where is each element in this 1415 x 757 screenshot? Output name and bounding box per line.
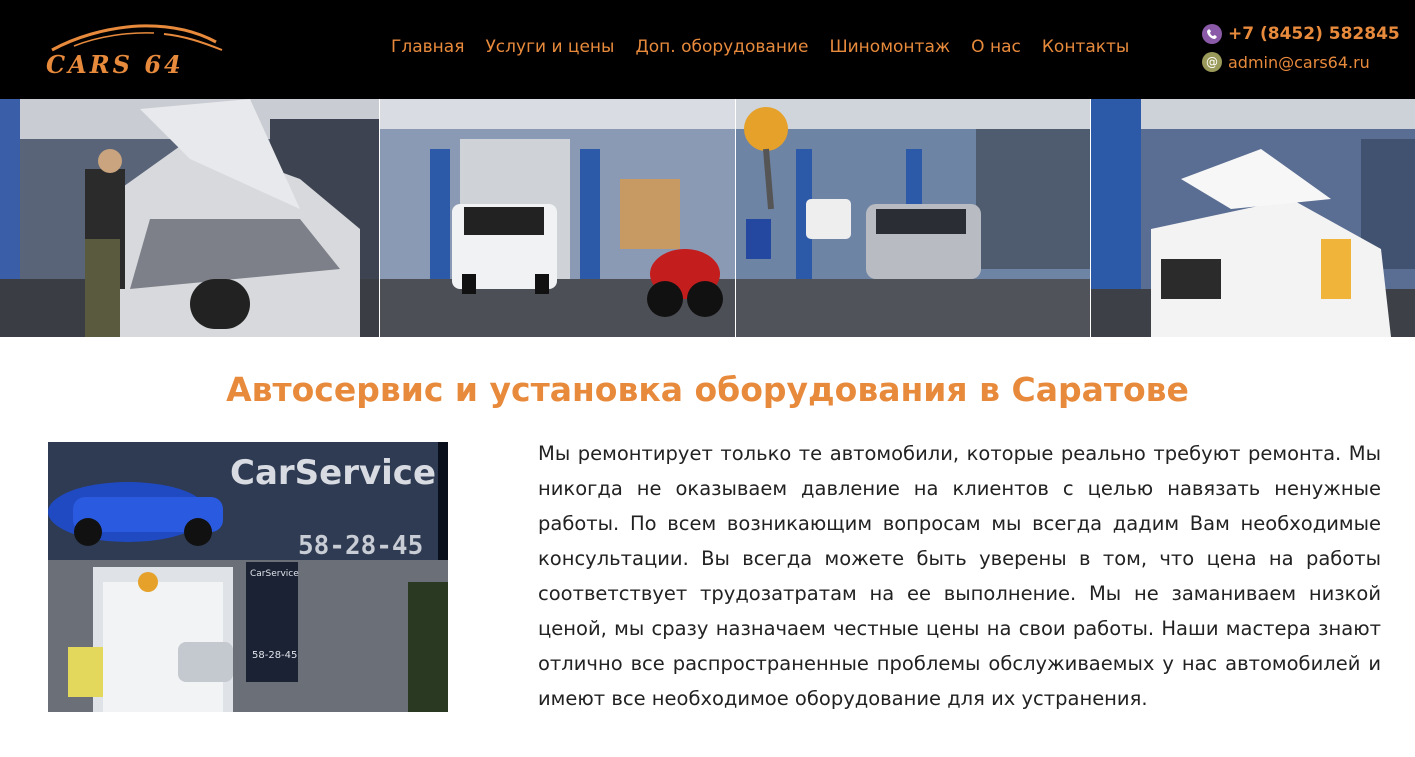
nav-link-about[interactable]: О нас xyxy=(971,37,1021,57)
viber-phone-icon xyxy=(1202,24,1222,44)
storefront-sign-phone: 58-28-45 xyxy=(298,531,423,561)
nav-link-equipment[interactable]: Доп. оборудование xyxy=(635,37,808,57)
email-row: @ admin@cars64.ru xyxy=(1202,48,1400,76)
email-link[interactable]: admin@cars64.ru xyxy=(1228,53,1370,72)
nav-link-tire-service[interactable]: Шиномонтаж xyxy=(829,37,950,57)
site-header: CARS 64 Главная Услуги и цены Доп. обору… xyxy=(0,0,1415,99)
service-bay-two-cars-photo xyxy=(736,99,1091,337)
car-service-storefront-photo: CarService 58-28-45 CarService 58-28-45 xyxy=(48,442,448,712)
phone-link[interactable]: +7 (8452) 582845 xyxy=(1228,24,1400,44)
service-bay-white-suv-photo xyxy=(380,99,736,337)
white-car-open-hood-photo xyxy=(1091,99,1415,337)
mechanic-under-hood-photo xyxy=(0,99,380,337)
logo-text: CARS 64 xyxy=(46,50,184,79)
phone-row: +7 (8452) 582845 xyxy=(1202,20,1400,48)
photo-strip xyxy=(0,99,1415,337)
car-silhouette-logo-icon xyxy=(51,24,223,52)
storefront-small-sign-phone: 58-28-45 xyxy=(252,650,297,661)
email-at-icon: @ xyxy=(1202,52,1222,72)
header-contacts: +7 (8452) 582845 @ admin@cars64.ru xyxy=(1202,20,1400,76)
main-nav: Главная Услуги и цены Доп. оборудование … xyxy=(391,37,1129,57)
storefront-small-sign-text: CarService xyxy=(250,569,299,579)
page-title: Автосервис и установка оборудования в Са… xyxy=(226,370,1189,409)
site-logo[interactable]: CARS 64 xyxy=(44,20,234,79)
nav-link-services[interactable]: Услуги и цены xyxy=(485,37,614,57)
about-paragraph: Мы ремонтирует только те автомобили, кот… xyxy=(538,442,1381,710)
nav-link-contacts[interactable]: Контакты xyxy=(1042,37,1130,57)
nav-link-home[interactable]: Главная xyxy=(391,37,464,57)
storefront-sign-text: CarService xyxy=(230,453,436,493)
